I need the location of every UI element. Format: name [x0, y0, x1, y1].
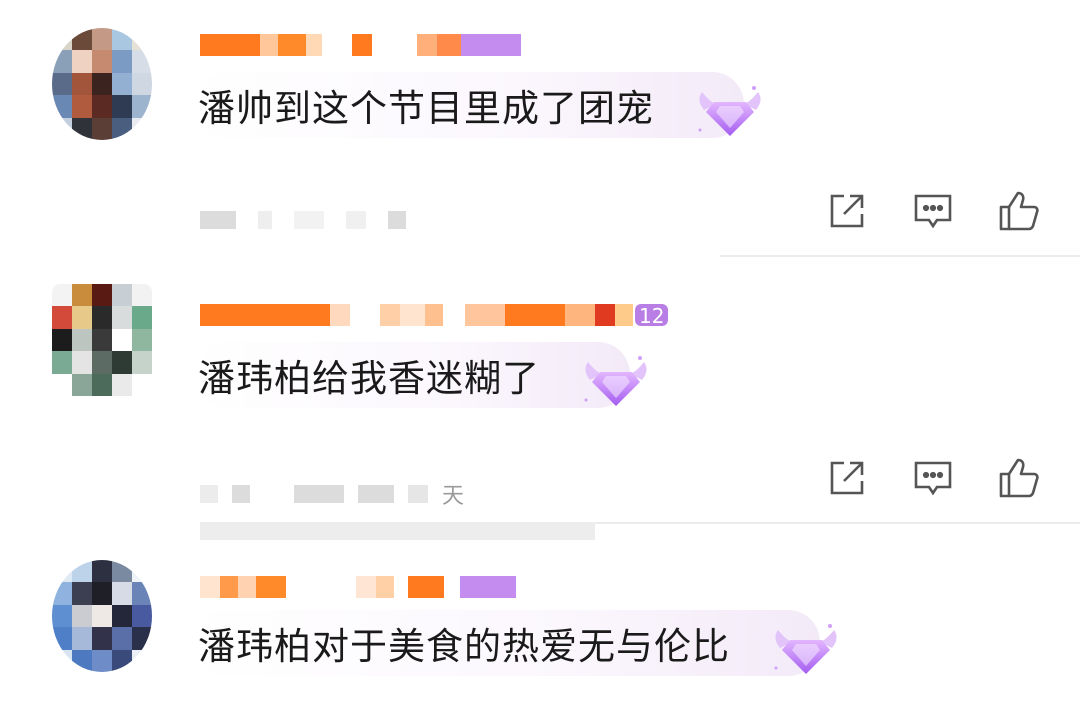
comment-actions: [826, 457, 1040, 499]
divider: [720, 255, 1080, 257]
username-redacted[interactable]: 12: [200, 300, 669, 330]
like-button[interactable]: [998, 457, 1040, 499]
avatar[interactable]: [52, 560, 152, 672]
divider: [200, 522, 595, 540]
level-badge: 12: [635, 304, 669, 328]
username-redacted[interactable]: [200, 30, 521, 60]
share-button[interactable]: [826, 190, 868, 232]
gem-badge-icon: [698, 86, 761, 136]
share-icon: [830, 461, 864, 495]
gem-badge-icon: [774, 624, 837, 674]
avatar[interactable]: [52, 284, 152, 396]
like-icon: [999, 458, 1039, 498]
avatar[interactable]: [52, 28, 152, 140]
comment-actions: [826, 190, 1040, 232]
comment-bubble: 潘玮柏对于美食的热爱无与伦比: [192, 610, 837, 676]
comment-icon: [914, 194, 952, 229]
comment-bubble: 潘玮柏给我香迷糊了: [192, 342, 647, 408]
like-button[interactable]: [998, 190, 1040, 232]
comment-text: 潘玮柏给我香迷糊了: [198, 357, 540, 400]
gem-badge-icon: [584, 356, 647, 406]
comment-icon: [914, 461, 952, 496]
share-button[interactable]: [826, 457, 868, 499]
comment-text: 潘帅到这个节目里成了团宠: [198, 87, 654, 130]
divider: [595, 522, 1080, 524]
like-icon: [999, 191, 1039, 231]
reply-button[interactable]: [912, 190, 954, 232]
share-icon: [830, 194, 864, 228]
comment-meta-redacted: [200, 208, 406, 232]
comment-text: 潘玮柏对于美食的热爱无与伦比: [198, 625, 730, 668]
time-suffix: 天: [442, 484, 465, 509]
username-redacted[interactable]: [200, 572, 516, 602]
reply-button[interactable]: [912, 457, 954, 499]
comment-bubble: 潘帅到这个节目里成了团宠: [192, 72, 761, 138]
comment-meta-redacted: 天: [200, 482, 464, 509]
